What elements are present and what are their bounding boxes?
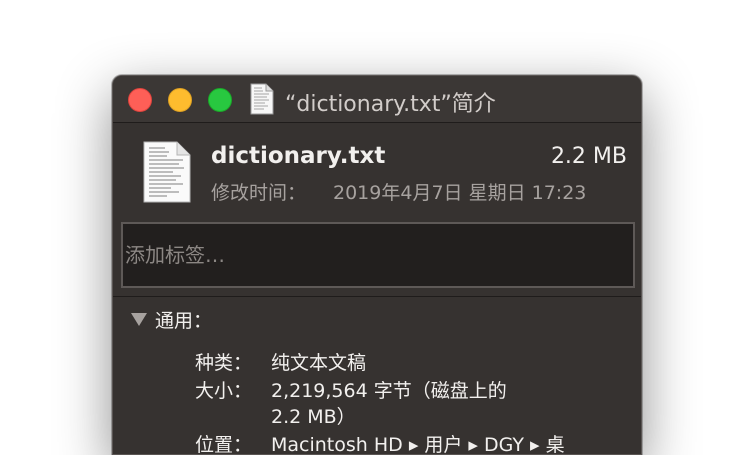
file-name: dictionary.txt	[211, 143, 386, 169]
where-value: Macintosh HD ▸ 用户 ▸ DGY ▸ 桌	[271, 434, 565, 455]
general-section-title: 通用：	[155, 310, 213, 332]
get-info-window: “dictionary.txt”简介 dictionary.txt 2.2 MB…	[112, 75, 642, 455]
kind-label: 种类：	[195, 352, 253, 374]
text-document-icon	[250, 83, 274, 115]
window-title: “dictionary.txt”简介	[285, 92, 496, 117]
size-value-continued: 2.2 MB）	[271, 406, 356, 428]
file-size: 2.2 MB	[550, 144, 627, 169]
size-value: 2,219,564 字节（磁盘上的	[271, 380, 507, 402]
disclosure-triangle-icon[interactable]	[131, 313, 147, 326]
section-divider	[113, 296, 641, 297]
kind-value: 纯文本文稿	[271, 352, 367, 374]
minimize-button[interactable]	[168, 88, 192, 112]
general-section-toggle[interactable]: 通用：	[131, 306, 212, 333]
tags-input[interactable]	[121, 222, 635, 288]
modified-value: 2019年4月7日 星期日 17:23	[333, 182, 587, 204]
modified-label: 修改时间：	[211, 182, 307, 204]
size-label: 大小：	[195, 380, 253, 402]
zoom-button[interactable]	[208, 88, 232, 112]
title-bar[interactable]: “dictionary.txt”简介	[113, 76, 641, 123]
text-document-icon[interactable]	[143, 141, 191, 203]
close-button[interactable]	[128, 88, 152, 112]
where-label: 位置：	[195, 434, 253, 455]
